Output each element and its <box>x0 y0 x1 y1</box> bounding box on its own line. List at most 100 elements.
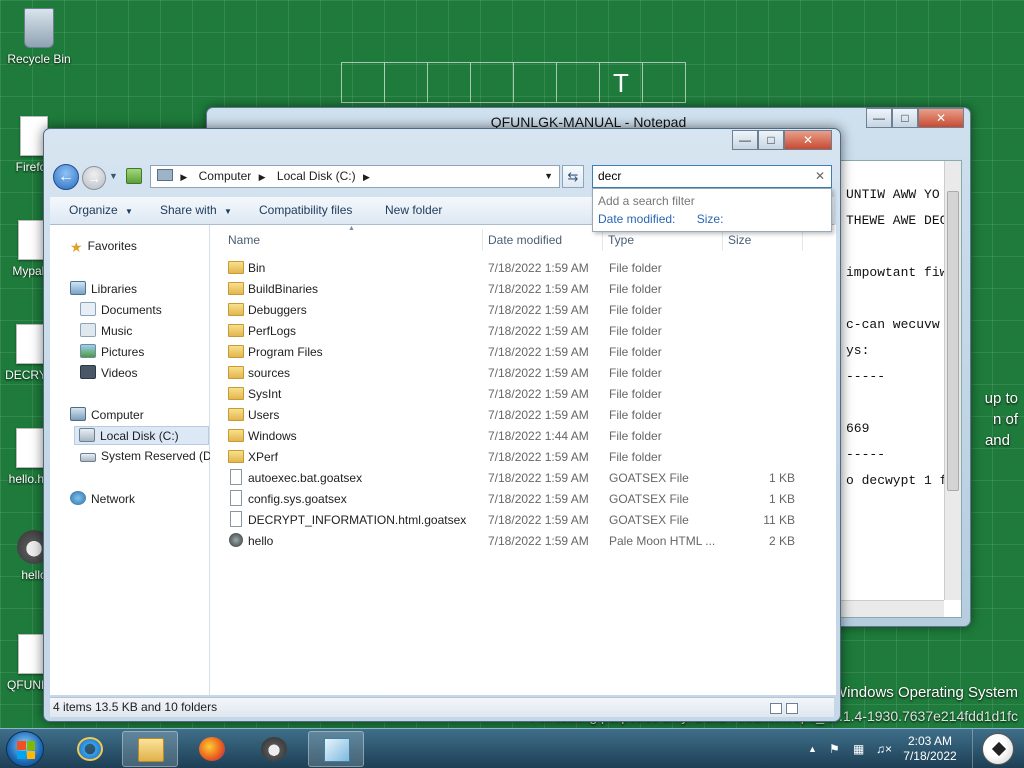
computer-small-icon <box>157 169 173 181</box>
address-bar[interactable]: ▶ Computer ▶ Local Disk (C:) ▶ ▼ <box>150 165 560 188</box>
close-button[interactable]: ✕ <box>784 130 832 150</box>
action-center-flag-icon[interactable]: ⚑ <box>829 742 840 756</box>
start-button[interactable] <box>6 731 44 767</box>
table-row[interactable]: Windows 7/18/2022 1:44 AM File folder <box>220 426 805 447</box>
column-separator[interactable] <box>722 229 723 251</box>
nav-documents[interactable]: Documents <box>80 302 162 317</box>
table-row[interactable]: sources 7/18/2022 1:59 AM File folder <box>220 363 805 384</box>
nav-music[interactable]: Music <box>80 323 132 338</box>
table-row[interactable]: Bin 7/18/2022 1:59 AM File folder <box>220 258 805 279</box>
taskbar-file-explorer[interactable] <box>122 731 178 767</box>
taskbar-pale-moon[interactable] <box>246 731 302 767</box>
filter-size[interactable]: Size: <box>697 212 724 226</box>
table-row[interactable]: PerfLogs 7/18/2022 1:59 AM File folder <box>220 321 805 342</box>
file-type: File folder <box>609 261 662 275</box>
breadcrumb-chevron-icon[interactable]: ▶ <box>259 167 266 188</box>
file-name: PerfLogs <box>248 324 297 338</box>
column-separator[interactable] <box>802 229 803 251</box>
sort-ascending-icon: ▲ <box>348 225 355 232</box>
nav-computer[interactable]: Computer <box>70 407 144 422</box>
scrollbar-thumb[interactable] <box>947 191 959 491</box>
network-status-icon[interactable]: ▦ <box>853 742 864 756</box>
table-row[interactable]: XPerf 7/18/2022 1:59 AM File folder <box>220 447 805 468</box>
maximize-button[interactable]: □ <box>892 108 918 128</box>
search-input[interactable] <box>598 166 798 187</box>
table-row[interactable]: Users 7/18/2022 1:59 AM File folder <box>220 405 805 426</box>
column-header-name[interactable]: Name <box>228 233 260 247</box>
vertical-scrollbar[interactable] <box>944 161 961 600</box>
explorer-window[interactable]: — □ ✕ ← → ▼ ▶ Computer ▶ Local Disk (C:)… <box>43 128 841 722</box>
back-arrow-icon[interactable]: ← <box>53 164 79 190</box>
table-row[interactable]: config.sys.goatsex 7/18/2022 1:59 AM GOATS… <box>220 489 805 510</box>
filter-date-modified[interactable]: Date modified: <box>598 212 675 226</box>
table-row[interactable]: DECRYPT_INFORMATION.html.goatsex 7/18/202… <box>220 510 805 531</box>
text-line: ----- <box>846 447 886 462</box>
nav-libraries[interactable]: Libraries <box>70 281 137 296</box>
column-header-date[interactable]: Date modified <box>488 233 562 247</box>
new-folder-button[interactable]: New folder <box>385 203 442 217</box>
nav-pictures[interactable]: Pictures <box>80 344 144 359</box>
table-row[interactable]: BuildBinaries 7/18/2022 1:59 AM File folde… <box>220 279 805 300</box>
file-icon <box>230 490 242 506</box>
file-date: 7/18/2022 1:59 AM <box>488 534 589 548</box>
volume-muted-icon[interactable]: ♫× <box>876 742 892 756</box>
clock[interactable]: 2:03 AM 7/18/2022 <box>900 734 960 764</box>
compatibility-files-button[interactable]: Compatibility files <box>259 203 352 217</box>
share-with-button[interactable]: Share with ▼ <box>160 203 232 217</box>
refresh-icon[interactable]: ⇆ <box>562 165 584 188</box>
column-header-size[interactable]: Size <box>728 233 751 247</box>
table-row[interactable]: Debuggers 7/18/2022 1:59 AM File folder <box>220 300 805 321</box>
nav-network[interactable]: Network <box>70 491 135 506</box>
raccoon-icon <box>261 737 287 761</box>
nav-favorites[interactable]: ★ Favorites <box>70 239 137 256</box>
taskbar-internet-explorer[interactable] <box>62 731 118 767</box>
view-toggle-icon[interactable] <box>770 701 830 714</box>
table-row[interactable]: SysInt 7/18/2022 1:59 AM File folder <box>220 384 805 405</box>
taskbar-firefox[interactable] <box>184 731 240 767</box>
minimize-button[interactable]: — <box>732 130 758 150</box>
address-dropdown-icon[interactable]: ▼ <box>544 166 553 187</box>
breadcrumb-chevron-icon[interactable]: ▶ <box>363 167 370 188</box>
computer-icon <box>70 407 86 421</box>
file-size: 11 KB <box>763 513 795 527</box>
nav-local-disk[interactable]: Local Disk (C:) <box>74 426 209 445</box>
clear-search-icon[interactable]: ✕ <box>815 166 825 187</box>
table-row[interactable]: hello 7/18/2022 1:59 AM Pale Moon HTML ...… <box>220 531 805 552</box>
column-separator[interactable] <box>602 229 603 251</box>
close-button[interactable]: ✕ <box>918 108 964 128</box>
minimize-button[interactable]: — <box>866 108 892 128</box>
text-line: o decwypt 1 fi <box>846 473 956 488</box>
table-row[interactable]: Program Files 7/18/2022 1:59 AM File folde… <box>220 342 805 363</box>
forward-arrow-icon[interactable]: → <box>82 166 106 190</box>
text-line: impowtant fiw <box>846 265 948 280</box>
file-date: 7/18/2022 1:59 AM <box>488 303 589 317</box>
file-date: 7/18/2022 1:59 AM <box>488 345 589 359</box>
file-size: 2 KB <box>768 534 795 548</box>
file-name: XPerf <box>248 450 279 464</box>
breadcrumb-computer[interactable]: Computer <box>199 166 252 187</box>
column-separator[interactable] <box>482 229 483 251</box>
desktop: T Recycle Bin Firefox Mypal.r DECRYP hel… <box>0 0 1024 728</box>
desktop-icon-recycle-bin[interactable]: Recycle Bin <box>1 8 77 66</box>
show-hidden-icons-chevron-icon[interactable]: ▲ <box>808 744 817 754</box>
folder-icon <box>228 282 244 295</box>
file-type: File folder <box>609 429 662 443</box>
breadcrumb-chevron-icon[interactable]: ▶ <box>180 167 187 188</box>
search-box[interactable]: ✕ <box>592 165 832 188</box>
breadcrumb-local-disk[interactable]: Local Disk (C:) <box>277 166 356 187</box>
nav-videos[interactable]: Videos <box>80 365 137 380</box>
up-folder-icon[interactable] <box>126 168 142 184</box>
file-name: Users <box>248 408 280 422</box>
show-desktop-button[interactable] <box>972 729 1024 768</box>
file-date: 7/18/2022 1:59 AM <box>488 366 589 380</box>
recent-pages-chevron-icon[interactable]: ▼ <box>109 171 118 181</box>
nav-system-reserved[interactable]: System Reserved (D: <box>80 449 215 463</box>
taskbar-notepad[interactable] <box>308 731 364 767</box>
table-row[interactable]: autoexec.bat.goatsex 7/18/2022 1:59 AM GOA… <box>220 468 805 489</box>
file-size: 1 KB <box>768 471 795 485</box>
maximize-button[interactable]: □ <box>758 130 784 150</box>
column-header-type[interactable]: Type <box>608 233 634 247</box>
organize-button[interactable]: Organize ▼ <box>69 203 133 217</box>
nav-label: Videos <box>101 366 138 380</box>
file-type: File folder <box>609 366 662 380</box>
